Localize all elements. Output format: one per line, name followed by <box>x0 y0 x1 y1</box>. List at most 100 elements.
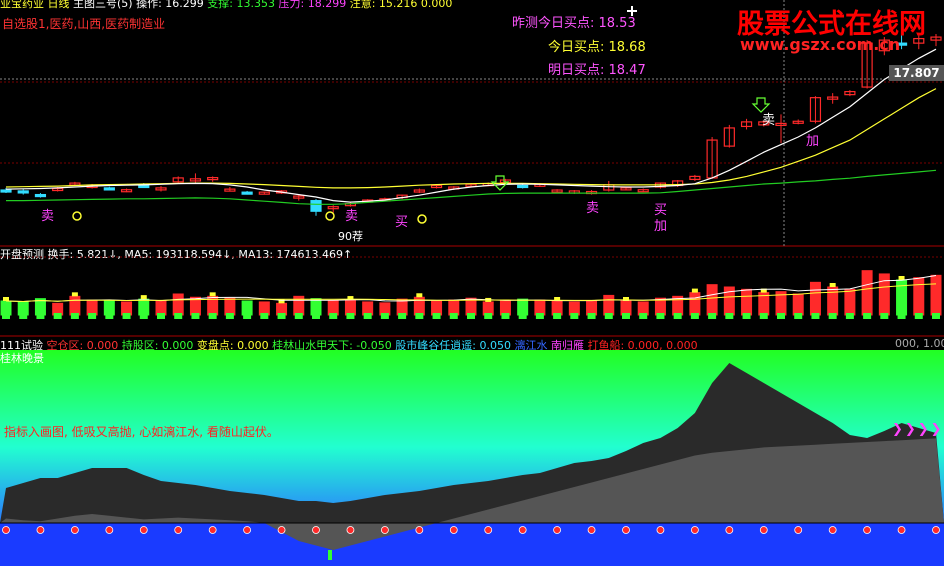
volume-bar <box>620 300 632 316</box>
volume-bar <box>448 299 460 316</box>
volume-mark <box>691 288 698 293</box>
volume-bar <box>241 300 253 316</box>
volume-mark <box>140 295 147 300</box>
boat-dot <box>690 526 699 534</box>
volume-base <box>863 313 872 319</box>
volume-base <box>811 313 820 319</box>
volume-base <box>656 313 665 319</box>
volume-bar <box>224 297 236 316</box>
boat-dot <box>863 526 872 534</box>
volume-base <box>794 313 803 319</box>
candle-body <box>138 184 150 189</box>
volume-base <box>380 313 389 319</box>
volume-bar <box>499 300 511 316</box>
boat-dot <box>2 526 10 534</box>
volume-base <box>122 313 131 319</box>
volume-bar <box>517 298 529 316</box>
ma-white-line <box>5 48 937 203</box>
candle-body <box>0 189 12 193</box>
volume-base <box>53 313 62 319</box>
volume-bar <box>654 297 666 316</box>
attention-value: 注意: 15.216 <box>349 0 418 10</box>
boat-dot <box>139 526 148 534</box>
volume-base <box>398 313 407 319</box>
volume-bar <box>465 297 477 316</box>
volume-bar <box>534 299 546 316</box>
sell-signal-2: 卖 <box>345 209 358 224</box>
volume-bar <box>913 277 925 316</box>
boat-dot <box>656 526 665 534</box>
poem-text: 指标入画图, 低吸又高抛, 心如漓江水, 看随山起伏。 <box>4 425 279 439</box>
volume-bar <box>861 270 873 316</box>
volume-base <box>484 313 493 319</box>
volume-base <box>604 313 613 319</box>
volume-base <box>897 313 906 319</box>
bird-icons: ❯❯❯❯ <box>892 422 944 437</box>
volume-bars <box>0 270 942 319</box>
volume-base <box>845 313 854 319</box>
volume-bar <box>586 300 598 316</box>
volume-bar <box>930 274 942 316</box>
volume-base <box>174 313 183 319</box>
volume-base <box>690 313 699 319</box>
boat-dot <box>277 526 286 534</box>
volume-bar <box>344 299 356 316</box>
volume-base <box>346 313 355 319</box>
boat-dot <box>932 526 940 534</box>
volume-base <box>19 313 28 319</box>
boat-dot <box>346 526 355 534</box>
volume-base <box>329 313 338 319</box>
circle-marker <box>72 211 82 221</box>
volume-base <box>2 313 10 319</box>
boat-dot <box>208 526 217 534</box>
boat-dot <box>415 526 424 534</box>
header-tail: 000, 1.00 <box>895 337 944 350</box>
boat-dot <box>312 526 320 534</box>
candle-body <box>310 200 322 212</box>
candle-body <box>517 184 529 189</box>
note-label: 90荐 <box>338 230 363 243</box>
volume-bar <box>809 281 821 316</box>
sell-signal-3: 卖 <box>586 201 599 216</box>
support-value: 支撑: 13.353 <box>207 0 275 10</box>
volume-bar <box>0 300 12 316</box>
volume-base <box>708 313 717 319</box>
volume-bar <box>844 288 856 316</box>
volume-base <box>725 313 734 319</box>
buy-point-tomorrow: 明日买点: 18.47 <box>548 63 646 78</box>
indicator-name: 主图三号(5) <box>73 0 133 10</box>
volume-base <box>277 313 286 319</box>
volume-base <box>673 313 682 319</box>
volume-base <box>157 313 165 319</box>
volume-base <box>553 313 562 319</box>
volume-base <box>570 313 579 319</box>
boat-dot <box>380 526 389 534</box>
buy-signal-1: 买 <box>395 215 408 230</box>
landscape-indicator[interactable] <box>0 350 944 566</box>
volume-base <box>501 313 510 319</box>
volume-chart[interactable] <box>0 247 944 337</box>
volume-base <box>777 313 785 319</box>
volume-base <box>535 313 544 319</box>
volume-base <box>828 313 837 319</box>
volume-base <box>139 313 148 319</box>
volume-bar <box>86 299 98 316</box>
volume-mark <box>416 293 423 298</box>
volume-mark <box>3 297 9 301</box>
volume-bar <box>155 300 167 316</box>
candle-body <box>34 193 47 198</box>
volume-base <box>36 313 45 319</box>
volume-base <box>260 313 269 319</box>
stock-name: 业宝药业 日线 <box>0 0 70 10</box>
volume-bar <box>741 288 753 316</box>
volume-base <box>105 313 114 319</box>
boat-dot <box>897 526 906 534</box>
boat-dot <box>725 526 734 534</box>
add-signal-1: 加 <box>654 219 667 234</box>
candle-body <box>103 187 115 191</box>
sell-signal-top: 卖 <box>762 113 775 128</box>
volume-base <box>208 313 217 319</box>
volume-bar <box>878 273 890 316</box>
candle-body <box>241 191 253 195</box>
volume-base <box>432 313 441 319</box>
